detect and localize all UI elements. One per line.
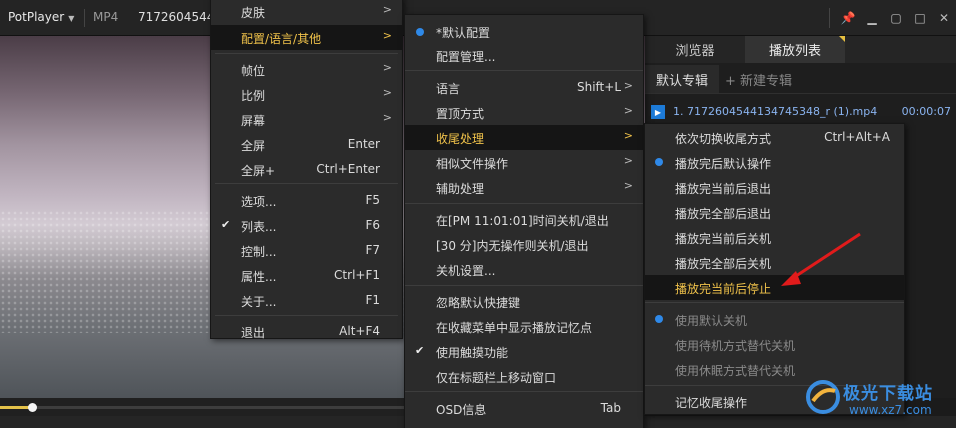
chevron-right-icon: > — [623, 129, 633, 142]
watermark-url: www.xz7.com — [849, 403, 932, 417]
pin-icon[interactable]: 📌 — [836, 0, 860, 36]
menu-item-control[interactable]: 控制... F7 — [211, 238, 402, 263]
album-bar: 默认专辑 + 新建专辑 — [645, 65, 956, 94]
check-icon: ✔ — [221, 218, 231, 231]
tab-playlist[interactable]: 播放列表 — [745, 36, 845, 63]
menu-item-idle-shutdown[interactable]: [30 分]内无操作则关机/退出 — [405, 232, 643, 257]
menu-item-titlebar-move[interactable]: 仅在标题栏上移动窗口 — [405, 364, 643, 389]
seek-thumb[interactable] — [28, 403, 38, 412]
menu-item-shutdown-after-all[interactable]: 播放完全部后关机 — [645, 250, 904, 275]
menu-item-frame[interactable]: 帧位 > — [211, 57, 402, 82]
menu-item-default-shutdown: 使用默认关机 — [645, 307, 904, 332]
menu-item-osd[interactable]: OSD信息 Tab — [405, 396, 643, 421]
menu-item-exit[interactable]: 退出 Alt+F4 — [211, 319, 402, 344]
menu-item-ratio[interactable]: 比例 > — [211, 82, 402, 107]
divider — [405, 203, 643, 204]
chevron-down-icon: ▼ — [68, 14, 75, 23]
menu-item-stop-after-current[interactable]: 播放完当前后停止 — [645, 275, 904, 300]
menu-item-shutdown-settings[interactable]: 关机设置... — [405, 257, 643, 282]
new-album-button[interactable]: + 新建专辑 — [725, 65, 792, 93]
menu-item-screen[interactable]: 屏幕 > — [211, 107, 402, 132]
menu-item-options[interactable]: 选项... F5 — [211, 188, 402, 213]
window-controls: 📌 ▁ ▢ □ ✕ — [829, 0, 956, 36]
menu-item-cycle-end-action[interactable]: 依次切换收尾方式 Ctrl+Alt+A — [645, 125, 904, 150]
chevron-right-icon: > — [623, 179, 633, 192]
file-format: MP4 — [93, 10, 119, 24]
context-menu-main: 皮肤 > 配置/语言/其他 > 帧位 > 比例 > 屏幕 > 全屏 Enter 全屏+ Ctr… — [210, 0, 403, 340]
menu-item-ignore-hotkeys[interactable]: 忽略默认快捷键 — [405, 289, 643, 314]
chevron-right-icon: > — [382, 86, 392, 99]
check-icon: ✔ — [415, 344, 425, 357]
menu-item-exit-after-current[interactable]: 播放完当前后退出 — [645, 175, 904, 200]
divider — [405, 70, 643, 71]
tab-browser[interactable]: 浏览器 — [645, 36, 745, 63]
chevron-right-icon: > — [623, 154, 633, 167]
submenu-end-action: 依次切换收尾方式 Ctrl+Alt+A 播放完后默认操作 播放完当前后退出 播放完… — [644, 123, 905, 415]
chevron-right-icon: > — [623, 79, 633, 92]
menu-item-similar-files[interactable]: 相似文件操作 > — [405, 150, 643, 175]
chevron-right-icon: > — [382, 29, 392, 42]
close-icon[interactable]: ✕ — [932, 0, 956, 36]
menu-item-show-bookmarks[interactable]: 在收藏菜单中显示播放记忆点 — [405, 314, 643, 339]
chevron-right-icon: > — [382, 3, 392, 16]
playlist-item-name: 1. 7172604544134745348_r (1).mp4 — [673, 105, 878, 118]
divider — [405, 391, 643, 392]
menu-item-fullscreen[interactable]: 全屏 Enter — [211, 132, 402, 157]
minimize-icon[interactable]: ▁ — [860, 0, 884, 36]
menu-item-ontop[interactable]: 置顶方式 > — [405, 100, 643, 125]
menu-item-default-config[interactable]: *默认配置 — [405, 19, 643, 44]
chevron-right-icon: > — [382, 111, 392, 124]
menu-item-end-action[interactable]: 收尾处理 > — [405, 125, 643, 150]
watermark-logo-icon — [806, 380, 840, 414]
divider — [645, 302, 904, 303]
app-menu-button[interactable]: PotPlayer ▼ — [8, 10, 74, 24]
restore-icon[interactable]: ▢ — [884, 0, 908, 36]
chevron-right-icon: > — [382, 61, 392, 74]
divider — [215, 183, 398, 184]
menu-item-about[interactable]: 关于... F1 — [211, 288, 402, 313]
menu-item-config-language[interactable]: 配置/语言/其他 > — [211, 25, 402, 50]
radio-selected-icon — [655, 158, 663, 166]
album-default[interactable]: 默认专辑 — [645, 65, 719, 93]
menu-item-shutdown-after-current[interactable]: 播放完当前后关机 — [645, 225, 904, 250]
menu-item-language[interactable]: 语言 Shift+L > — [405, 75, 643, 100]
playlist-item-duration: 00:00:07 — [901, 105, 951, 118]
playlist-tabs: 浏览器 播放列表 — [645, 36, 956, 63]
playlist-item[interactable]: ▶ 1. 7172604544134745348_r (1).mp4 00:00… — [647, 102, 956, 122]
divider — [405, 285, 643, 286]
divider — [215, 53, 398, 54]
menu-item-playlist[interactable]: ✔ 列表... F6 — [211, 213, 402, 238]
chevron-right-icon: > — [623, 104, 633, 117]
divider — [215, 315, 398, 316]
menu-item-standby: 使用待机方式替代关机 — [675, 339, 796, 353]
maximize-icon[interactable]: □ — [908, 0, 932, 36]
menu-item-skin[interactable]: 皮肤 > — [211, 0, 402, 24]
app-name: PotPlayer — [8, 10, 65, 24]
submenu-config: *默认配置 配置管理... 语言 Shift+L > 置顶方式 > 收尾处理 > 相似文… — [404, 14, 644, 428]
watermark-name: 极光下载站 — [843, 384, 933, 404]
menu-item-assist[interactable]: 辅助处理 > — [405, 175, 643, 200]
menu-item-timed-shutdown[interactable]: 在[PM 11:01:01]时间关机/退出 — [405, 207, 643, 232]
menu-item-config-manage[interactable]: 配置管理... — [405, 43, 643, 68]
file-title: 7172604544 — [138, 10, 215, 24]
watermark: 极光下载站 www.xz7.com — [805, 377, 955, 427]
menu-item-default-action[interactable]: 播放完后默认操作 — [645, 150, 904, 175]
menu-item-exit-after-all[interactable]: 播放完全部后退出 — [645, 200, 904, 225]
menu-item-properties[interactable]: 属性... Ctrl+F1 — [211, 263, 402, 288]
divider — [829, 8, 830, 28]
radio-selected-icon — [655, 315, 663, 323]
divider — [84, 9, 85, 27]
radio-selected-icon — [416, 28, 424, 36]
play-icon: ▶ — [651, 105, 665, 119]
menu-item-fullscreen-plus[interactable]: 全屏+ Ctrl+Enter — [211, 157, 402, 182]
menu-item-touch[interactable]: ✔ 使用触摸功能 — [405, 339, 643, 364]
